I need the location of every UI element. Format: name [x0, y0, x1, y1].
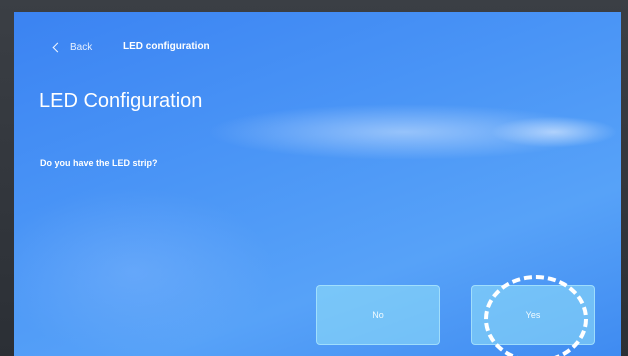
nav-title: LED configuration: [123, 41, 210, 52]
device-frame: Back LED configuration LED Configuration…: [0, 0, 628, 356]
back-label: Back: [70, 42, 93, 53]
device-screen: Back LED configuration LED Configuration…: [14, 12, 621, 356]
no-button[interactable]: No: [316, 285, 440, 345]
yes-button[interactable]: Yes: [471, 285, 595, 345]
page-title: LED Configuration: [39, 90, 203, 112]
back-button[interactable]: Back: [52, 42, 93, 53]
chevron-left-icon: [52, 42, 63, 53]
top-navigation-bar: Back LED configuration: [14, 12, 621, 66]
question-text: Do you have the LED strip?: [40, 158, 158, 168]
